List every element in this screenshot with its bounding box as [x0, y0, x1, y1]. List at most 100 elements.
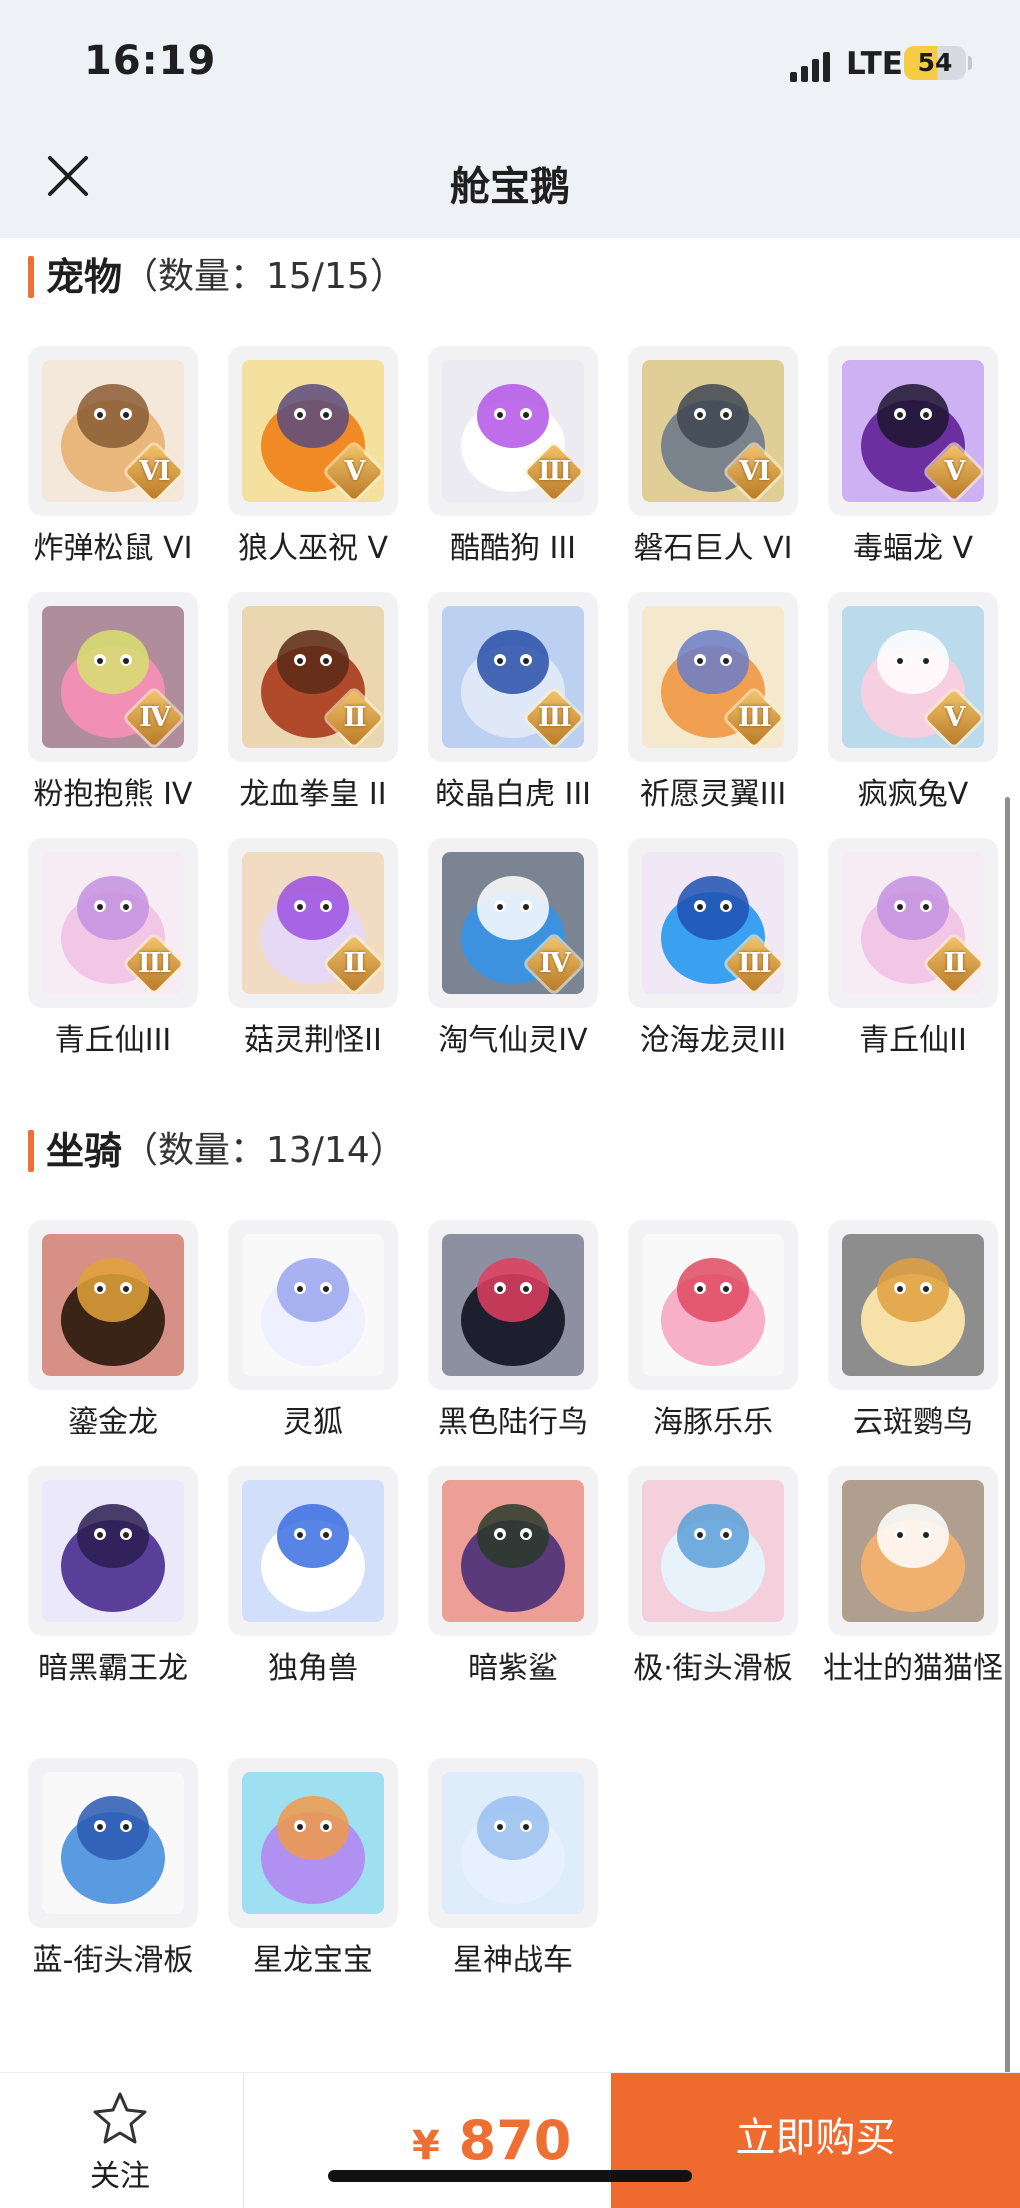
mount-thumbnail[interactable] — [828, 1220, 998, 1390]
pet-item[interactable]: III 沧海龙灵III — [628, 838, 798, 1064]
mount-item[interactable]: 壮壮的猫猫怪 — [823, 1466, 1003, 1692]
mount-thumbnail[interactable] — [628, 1466, 798, 1636]
mount-thumbnail[interactable] — [28, 1466, 198, 1636]
signal-icon — [790, 52, 830, 82]
pet-name: 皎晶白虎 III — [434, 777, 592, 812]
mount-thumbnail[interactable] — [228, 1758, 398, 1928]
mount-item[interactable]: 黑色陆行鸟 — [428, 1220, 598, 1446]
pet-name: 疯疯兔V — [857, 777, 969, 812]
mount-name: 壮壮的猫猫怪 — [823, 1651, 1003, 1686]
mount-name: 黑色陆行鸟 — [438, 1405, 588, 1440]
tier-badge-text: III — [738, 948, 772, 979]
mount-item[interactable]: 海豚乐乐 — [628, 1220, 798, 1446]
skateboard-blue-image — [42, 1772, 184, 1914]
mount-item[interactable]: 云斑鹦鸟 — [828, 1220, 998, 1446]
mount-item[interactable]: 灵狐 — [228, 1220, 398, 1446]
mount-name: 灵狐 — [283, 1405, 343, 1440]
pet-thumbnail[interactable]: VI — [628, 346, 798, 516]
pet-thumbnail[interactable]: V — [228, 346, 398, 516]
pet-name: 酷酷狗 III — [449, 531, 577, 566]
mount-thumbnail[interactable] — [228, 1466, 398, 1636]
tier-badge-text: V — [344, 456, 366, 487]
tier-badge-text: VI — [739, 456, 771, 487]
mount-thumbnail[interactable] — [28, 1758, 198, 1928]
tier-badge: II — [924, 934, 984, 994]
pet-thumbnail[interactable]: IV — [28, 592, 198, 762]
buy-now-button[interactable]: 立即购买 — [611, 2073, 1020, 2208]
pet-item[interactable]: III 青丘仙III — [28, 838, 198, 1064]
tier-badge: V — [924, 442, 984, 502]
pet-thumbnail[interactable]: V — [828, 592, 998, 762]
price-currency: ¥ — [412, 2123, 440, 2169]
mount-name: 暗黑霸王龙 — [38, 1651, 188, 1686]
pet-item[interactable]: VI 炸弹松鼠 VI — [28, 346, 198, 572]
pet-thumbnail[interactable]: IV — [428, 838, 598, 1008]
mount-thumbnail[interactable] — [228, 1220, 398, 1390]
follow-button[interactable]: 关注 — [60, 2091, 180, 2196]
pet-item[interactable]: VI 磐石巨人 VI — [628, 346, 798, 572]
mount-thumbnail[interactable] — [828, 1466, 998, 1636]
pet-thumbnail[interactable]: VI — [28, 346, 198, 516]
tier-badge-text: III — [738, 702, 772, 733]
mount-thumbnail[interactable] — [428, 1466, 598, 1636]
pet-item[interactable]: II 菇灵荆怪II — [228, 838, 398, 1064]
pet-thumbnail[interactable]: III — [428, 346, 598, 516]
footer-divider — [243, 2073, 244, 2208]
trex-image — [42, 1480, 184, 1622]
pet-item[interactable]: V 毒蝠龙 V — [828, 346, 998, 572]
black-bird-image — [442, 1234, 584, 1376]
mount-name: 鎏金龙 — [68, 1405, 158, 1440]
tier-badge-text: II — [343, 948, 366, 979]
mount-item[interactable]: 星龙宝宝 — [228, 1758, 398, 1984]
mount-thumbnail[interactable] — [428, 1758, 598, 1928]
tier-badge-text: IV — [539, 948, 571, 979]
pet-item[interactable]: III 酷酷狗 III — [428, 346, 598, 572]
mount-item[interactable]: 鎏金龙 — [28, 1220, 198, 1446]
tier-badge: II — [324, 934, 384, 994]
pet-item[interactable]: III 皎晶白虎 III — [428, 592, 598, 818]
mount-thumbnail[interactable] — [28, 1220, 198, 1390]
pet-thumbnail[interactable]: III — [628, 592, 798, 762]
mount-name: 暗紫鲨 — [468, 1651, 558, 1686]
pets-count: （数量：15/15） — [122, 256, 406, 297]
tier-badge-text: II — [343, 702, 366, 733]
tier-badge: III — [524, 442, 584, 502]
pet-thumbnail[interactable]: III — [28, 838, 198, 1008]
pet-name: 沧海龙灵III — [639, 1023, 787, 1058]
tier-badge: V — [924, 688, 984, 748]
pet-name: 祈愿灵翼III — [639, 777, 787, 812]
pet-thumbnail[interactable]: III — [428, 592, 598, 762]
price-value: 870 — [458, 2109, 572, 2172]
tier-badge: III — [724, 688, 784, 748]
mounts-count: （数量：13/14） — [122, 1130, 406, 1171]
pet-item[interactable]: II 龙血拳皇 II — [228, 592, 398, 818]
pet-item[interactable]: V 疯疯兔V — [828, 592, 998, 818]
unicorn-image — [242, 1480, 384, 1622]
pet-item[interactable]: V 狼人巫祝 V — [228, 346, 398, 572]
mount-item[interactable]: 独角兽 — [228, 1466, 398, 1692]
mount-thumbnail[interactable] — [428, 1220, 598, 1390]
mount-item[interactable]: 极·街头滑板 — [628, 1466, 798, 1692]
pet-thumbnail[interactable]: II — [828, 838, 998, 1008]
pet-thumbnail[interactable]: II — [228, 838, 398, 1008]
mount-item[interactable]: 暗黑霸王龙 — [28, 1466, 198, 1692]
mount-name: 云斑鹦鸟 — [853, 1405, 973, 1440]
tier-badge: III — [524, 688, 584, 748]
page-title: 舱宝鹅 — [450, 164, 570, 210]
pet-item[interactable]: III 祈愿灵翼III — [628, 592, 798, 818]
mount-item[interactable]: 星神战车 — [428, 1758, 598, 1984]
pet-thumbnail[interactable]: III — [628, 838, 798, 1008]
pets-section-title: 宠物 — [46, 255, 123, 299]
pet-thumbnail[interactable]: II — [228, 592, 398, 762]
pet-item[interactable]: II 青丘仙II — [828, 838, 998, 1064]
shark-image — [442, 1480, 584, 1622]
pet-item[interactable]: IV 淘气仙灵IV — [428, 838, 598, 1064]
bottom-action-bar: 关注 ¥ 870 立即购买 — [0, 2072, 1020, 2208]
pet-item[interactable]: IV 粉抱抱熊 IV — [28, 592, 198, 818]
mount-thumbnail[interactable] — [628, 1220, 798, 1390]
tier-badge-text: VI — [139, 456, 171, 487]
home-indicator — [328, 2170, 692, 2182]
mount-item[interactable]: 蓝-街头滑板 — [28, 1758, 198, 1984]
pet-thumbnail[interactable]: V — [828, 346, 998, 516]
mount-item[interactable]: 暗紫鲨 — [428, 1466, 598, 1692]
